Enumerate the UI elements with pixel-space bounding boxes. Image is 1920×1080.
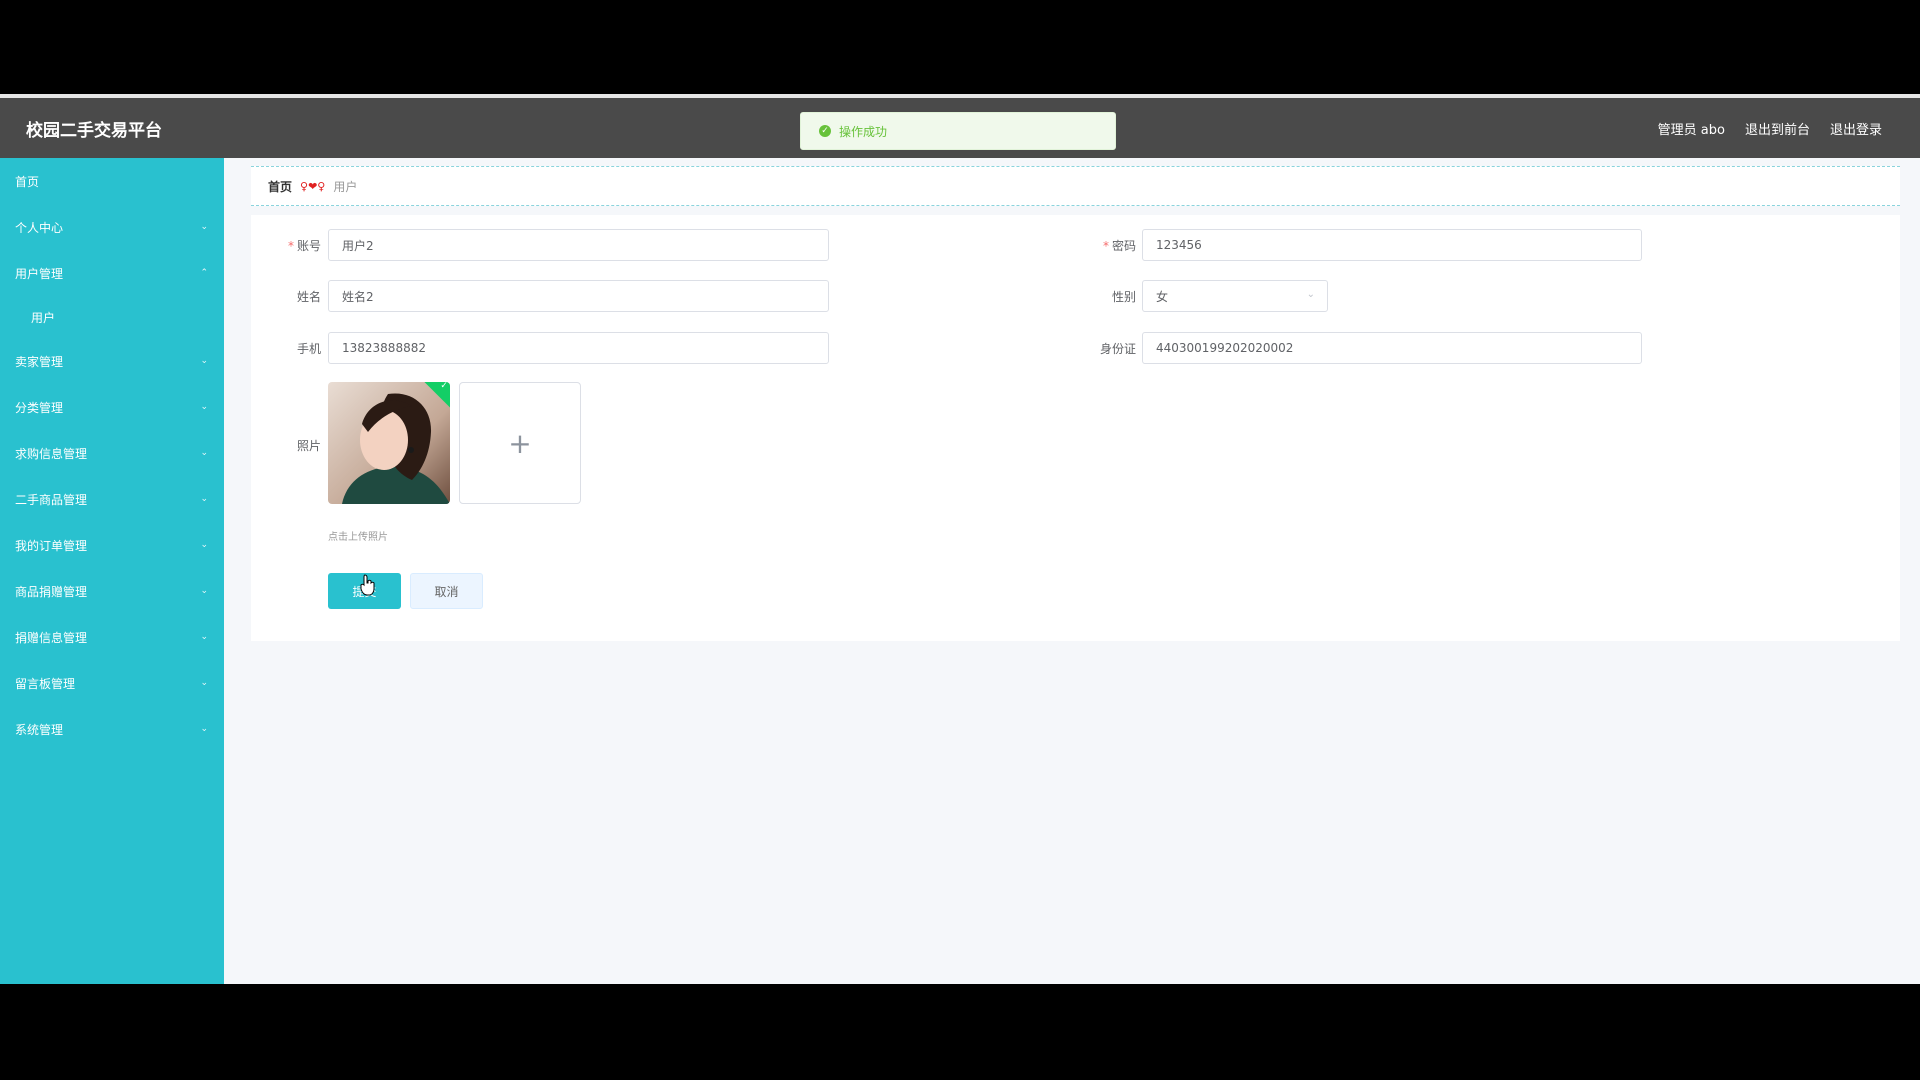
upload-tip: 点击上传照片 <box>328 532 388 543</box>
app-window: 校园二手交易平台 ✓ 操作成功 管理员 abo 退出到前台 退出登录 首页 个人… <box>0 94 1920 984</box>
sidebar-item-label: 首页 <box>15 174 40 189</box>
portrait-image <box>328 382 450 504</box>
account-field[interactable]: 用户2 <box>328 229 829 261</box>
sidebar-item-message-board[interactable]: 留言板管理 ⌄ <box>0 660 224 706</box>
chevron-down-icon: ⌄ <box>200 356 208 366</box>
account-label: * 账号 <box>287 239 321 253</box>
sidebar-item-seller-management[interactable]: 卖家管理 ⌄ <box>0 338 224 384</box>
name-field[interactable]: 姓名2 <box>328 280 829 312</box>
header-actions: 管理员 abo 退出到前台 退出登录 <box>1658 119 1882 138</box>
main-content: 首页 ♀❤♀ 用户 * 账号 用户2 * 密码 123456 姓名 姓名2 性别 女… <box>251 166 1900 641</box>
phone-label: 手机 <box>296 342 321 356</box>
chevron-up-icon: ⌃ <box>200 268 208 278</box>
sidebar: 首页 个人中心 ⌄ 用户管理 ⌃ 用户 卖家管理 ⌄ 分类管理 ⌄ 求购信息管理… <box>0 158 224 984</box>
gender-value: 女 <box>1156 289 1169 304</box>
plus-icon: + <box>508 426 532 460</box>
idcard-field[interactable]: 440300199202020002 <box>1142 332 1642 364</box>
gender-label: 性别 <box>1111 290 1136 304</box>
sidebar-item-label: 留言板管理 <box>15 676 76 691</box>
sidebar-subitem-label: 用户 <box>31 310 56 325</box>
phone-field[interactable]: 13823888882 <box>328 332 829 364</box>
success-toast: ✓ 操作成功 <box>800 112 1116 150</box>
check-circle-icon: ✓ <box>819 125 831 137</box>
sidebar-item-label: 商品捐赠管理 <box>15 584 88 599</box>
chevron-down-icon: ⌄ <box>200 494 208 504</box>
sidebar-subitem-user[interactable]: 用户 <box>0 296 224 338</box>
admin-user: 管理员 abo <box>1657 123 1725 138</box>
chevron-down-icon: ⌄ <box>200 724 208 734</box>
chevron-down-icon: ⌄ <box>200 448 208 458</box>
cancel-button[interactable]: 取消 <box>410 573 483 609</box>
hand-cursor-icon <box>360 574 375 596</box>
toast-message: 操作成功 <box>839 124 888 139</box>
idcard-label: 身份证 <box>1099 342 1136 356</box>
sidebar-item-home[interactable]: 首页 <box>0 158 224 204</box>
sidebar-item-label: 二手商品管理 <box>15 492 88 507</box>
chevron-down-icon: ⌄ <box>200 222 208 232</box>
top-header: 校园二手交易平台 ✓ 操作成功 管理员 abo 退出到前台 退出登录 <box>0 98 1920 158</box>
sidebar-item-user-management[interactable]: 用户管理 ⌃ <box>0 250 224 296</box>
chevron-down-icon: ⌄ <box>200 678 208 688</box>
sidebar-item-category-management[interactable]: 分类管理 ⌄ <box>0 384 224 430</box>
sidebar-item-my-orders[interactable]: 我的订单管理 ⌄ <box>0 522 224 568</box>
sidebar-item-label: 用户管理 <box>15 266 64 281</box>
sidebar-item-donation-info[interactable]: 捐赠信息管理 ⌄ <box>0 614 224 660</box>
breadcrumb-separator: ♀❤♀ <box>300 179 326 193</box>
check-icon: ✓ <box>440 382 448 392</box>
sidebar-item-secondhand-goods[interactable]: 二手商品管理 ⌄ <box>0 476 224 522</box>
sidebar-item-label: 捐赠信息管理 <box>15 630 88 645</box>
password-label: * 密码 <box>1102 239 1136 253</box>
sidebar-item-system-management[interactable]: 系统管理 ⌄ <box>0 706 224 752</box>
gender-select[interactable]: 女 ⌄ <box>1142 280 1328 312</box>
sidebar-item-label: 系统管理 <box>15 722 64 737</box>
sidebar-item-label: 求购信息管理 <box>15 446 88 461</box>
name-label: 姓名 <box>296 290 321 304</box>
breadcrumb-current: 用户 <box>333 179 358 194</box>
sidebar-item-goods-donation[interactable]: 商品捐赠管理 ⌄ <box>0 568 224 614</box>
photo-label: 照片 <box>296 439 321 453</box>
photo-upload-button[interactable]: + <box>459 382 581 504</box>
sidebar-item-label: 分类管理 <box>15 400 64 415</box>
sidebar-item-label: 我的订单管理 <box>15 538 88 553</box>
chevron-down-icon: ⌄ <box>200 540 208 550</box>
sidebar-item-label: 个人中心 <box>15 220 64 235</box>
exit-to-front-link[interactable]: 退出到前台 <box>1745 119 1810 138</box>
chevron-down-icon: ⌄ <box>200 402 208 412</box>
sidebar-item-personal-center[interactable]: 个人中心 ⌄ <box>0 204 224 250</box>
user-form: * 账号 用户2 * 密码 123456 姓名 姓名2 性别 女 ⌄ 手机 1382… <box>251 215 1900 641</box>
brand-title: 校园二手交易平台 <box>26 121 162 141</box>
sidebar-item-label: 卖家管理 <box>15 354 64 369</box>
breadcrumb: 首页 ♀❤♀ 用户 <box>251 166 1900 206</box>
breadcrumb-home[interactable]: 首页 <box>268 178 292 195</box>
chevron-down-icon: ⌄ <box>200 632 208 642</box>
uploaded-photo[interactable]: ✓ <box>328 382 450 504</box>
logout-link[interactable]: 退出登录 <box>1830 119 1882 138</box>
password-field[interactable]: 123456 <box>1142 229 1642 261</box>
chevron-down-icon: ⌄ <box>200 586 208 596</box>
sidebar-item-wanted-management[interactable]: 求购信息管理 ⌄ <box>0 430 224 476</box>
chevron-down-icon: ⌄ <box>1306 289 1315 300</box>
